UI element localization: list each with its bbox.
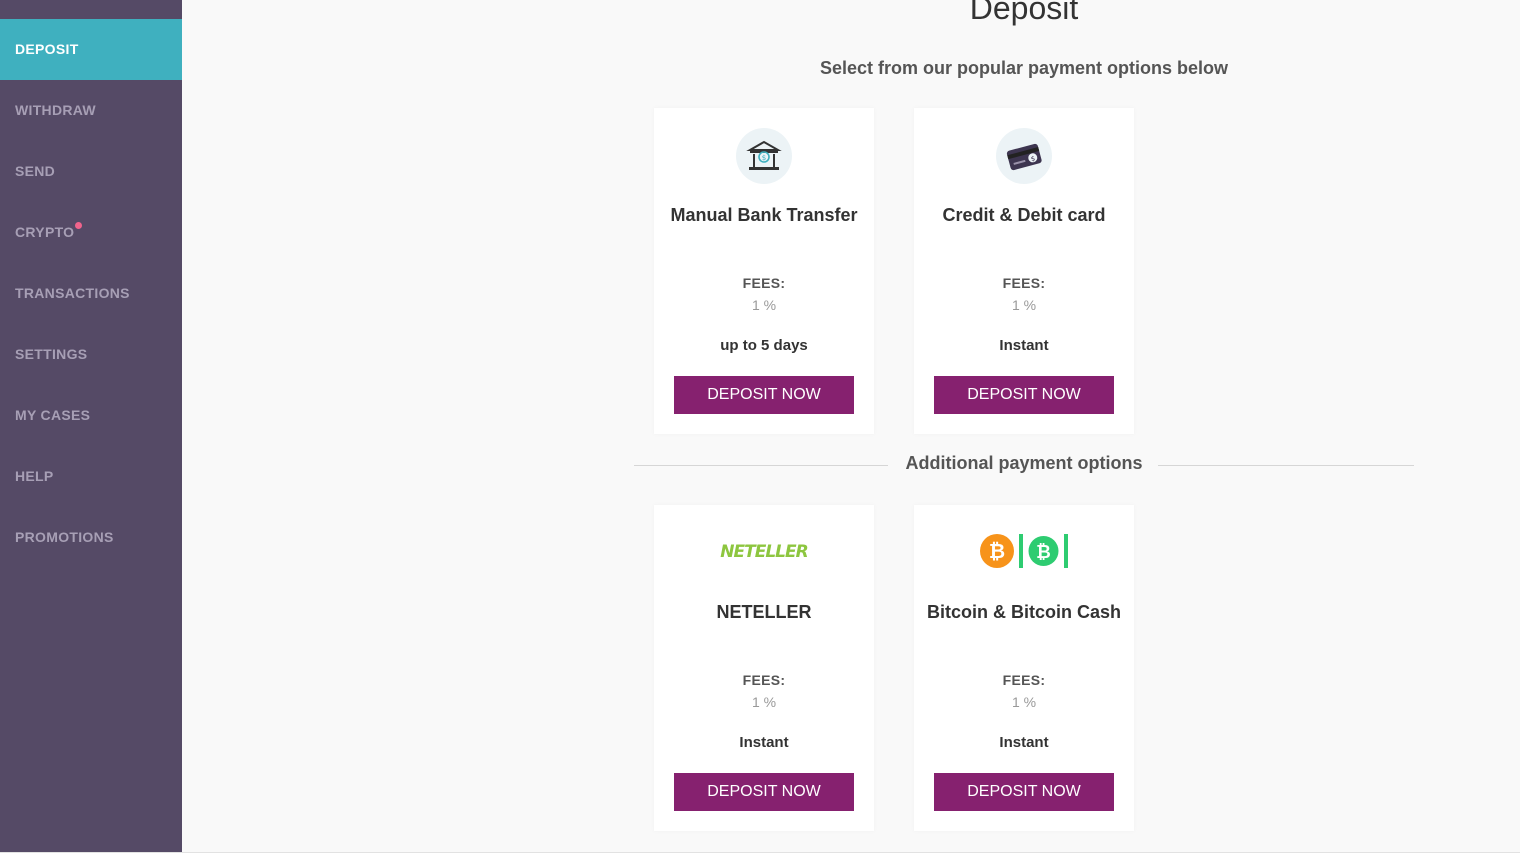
- sidebar-item-label: MY CASES: [15, 407, 91, 423]
- payment-card-credit-debit: $ Credit & Debit card FEES: 1 % Instant …: [914, 108, 1134, 434]
- deposit-now-button[interactable]: DEPOSIT NOW: [674, 376, 854, 414]
- sidebar-item-label: CRYPTO: [15, 224, 75, 240]
- svg-text:$: $: [762, 154, 766, 162]
- sidebar-item-label: PROMOTIONS: [15, 529, 114, 545]
- svg-text:₿: ₿: [1036, 542, 1051, 563]
- page-title: Deposit: [969, 0, 1079, 26]
- processing-time: Instant: [999, 337, 1049, 354]
- sidebar-item-send[interactable]: SEND: [0, 141, 182, 202]
- sidebar-item-label: TRANSACTIONS: [15, 285, 130, 301]
- sidebar-item-crypto[interactable]: CRYPTO: [0, 202, 182, 263]
- deposit-now-button[interactable]: DEPOSIT NOW: [674, 773, 854, 811]
- card-title: Credit & Debit card: [942, 205, 1106, 225]
- card-title: NETELLER: [716, 602, 812, 622]
- divider-line-left: [634, 465, 888, 466]
- card-title: Manual Bank Transfer: [670, 205, 858, 225]
- fees-label: FEES:: [742, 275, 786, 291]
- sidebar-item-settings[interactable]: SETTINGS: [0, 324, 182, 385]
- sidebar-item-label: SETTINGS: [15, 346, 88, 362]
- bitcoin-icon: ₿ ₿: [979, 531, 1069, 576]
- payment-card-bank-transfer: $ Manual Bank Transfer FEES: 1 % up to 5…: [654, 108, 874, 434]
- sidebar: DEPOSIT WITHDRAW SEND CRYPTO TRANSACTION…: [0, 0, 182, 852]
- sidebar-item-label: DEPOSIT: [15, 41, 79, 57]
- sidebar-item-label: WITHDRAW: [15, 102, 96, 118]
- bottom-border: [0, 852, 1520, 856]
- neteller-logo: NETELLER: [719, 539, 809, 568]
- fees-label: FEES:: [1002, 275, 1046, 291]
- sidebar-item-my-cases[interactable]: MY CASES: [0, 385, 182, 446]
- card-title: Bitcoin & Bitcoin Cash: [926, 602, 1121, 622]
- sidebar-item-transactions[interactable]: TRANSACTIONS: [0, 263, 182, 324]
- page-subtitle: Select from our popular payment options …: [819, 58, 1229, 78]
- fees-value: 1 %: [751, 297, 777, 313]
- deposit-now-button[interactable]: DEPOSIT NOW: [934, 376, 1114, 414]
- payment-card-neteller: NETELLER NETELLER FEES: 1 % Instant DEPO…: [654, 505, 874, 831]
- processing-time: Instant: [739, 734, 789, 751]
- fees-value: 1 %: [1011, 694, 1037, 710]
- sidebar-item-deposit[interactable]: DEPOSIT: [0, 19, 182, 80]
- bank-icon: $: [736, 128, 792, 184]
- divider-line-right: [1158, 465, 1414, 466]
- payment-card-bitcoin: ₿ ₿ Bitcoin & Bitcoin Cash FEES: 1 % Ins…: [914, 505, 1134, 831]
- deposit-now-button[interactable]: DEPOSIT NOW: [934, 773, 1114, 811]
- additional-options-heading: Additional payment options: [905, 453, 1143, 473]
- sidebar-item-withdraw[interactable]: WITHDRAW: [0, 80, 182, 141]
- processing-time: Instant: [999, 734, 1049, 751]
- sidebar-item-promotions[interactable]: PROMOTIONS: [0, 507, 182, 568]
- fees-value: 1 %: [1011, 297, 1037, 313]
- credit-card-icon: $: [996, 128, 1052, 184]
- svg-text:NETELLER: NETELLER: [720, 542, 807, 562]
- fees-label: FEES:: [742, 672, 786, 688]
- sidebar-item-help[interactable]: HELP: [0, 446, 182, 507]
- processing-time: up to 5 days: [720, 337, 808, 354]
- fees-label: FEES:: [1002, 672, 1046, 688]
- notification-dot: [75, 222, 83, 229]
- sidebar-item-label: SEND: [15, 163, 56, 179]
- sidebar-item-label: HELP: [15, 468, 54, 484]
- svg-text:₿: ₿: [989, 539, 1005, 563]
- fees-value: 1 %: [751, 694, 777, 710]
